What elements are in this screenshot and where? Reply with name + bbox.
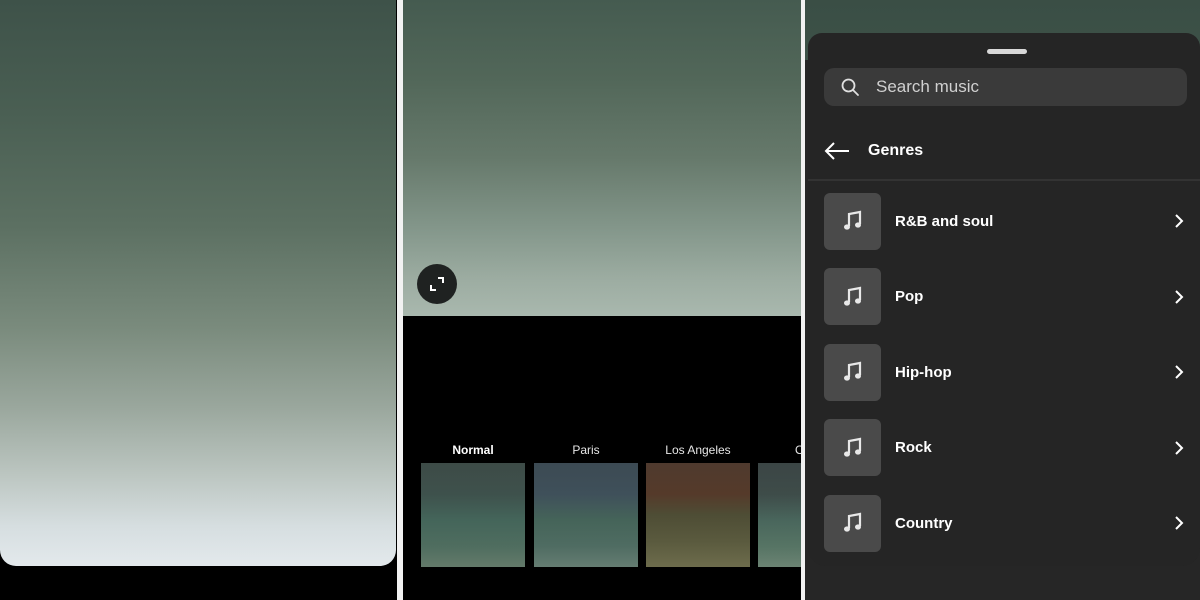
genre-list-item[interactable]: R&B and soul	[808, 191, 1200, 251]
chevron-right-icon	[1174, 364, 1186, 380]
genre-label: Rock	[895, 439, 932, 456]
divider	[808, 179, 1200, 181]
filter-label: Normal	[452, 443, 494, 457]
photo-preview	[0, 0, 396, 566]
genre-label: Hip-hop	[895, 363, 952, 381]
filter-thumb-los-angeles[interactable]	[646, 463, 750, 567]
filter-label: Paris	[572, 443, 600, 457]
photo-preview	[403, 0, 801, 316]
music-note-icon	[843, 361, 861, 381]
genre-thumbnail	[824, 343, 881, 401]
page-title: Genres	[868, 142, 924, 159]
chevron-right-icon	[1174, 440, 1186, 456]
music-sheet: Search music Genres R&B and soul Pop Hip…	[808, 33, 1200, 566]
chevron-right-icon	[1174, 213, 1186, 229]
genre-thumbnail	[824, 268, 881, 325]
genre-list-item[interactable]: Pop	[808, 267, 1200, 327]
genre-thumbnail	[824, 494, 881, 552]
genre-label: Pop	[895, 288, 924, 305]
search-music-input[interactable]: Search music	[824, 68, 1187, 106]
expand-button[interactable]	[417, 264, 457, 304]
search-placeholder: Search music	[876, 77, 979, 96]
chevron-right-icon	[1174, 515, 1186, 531]
music-note-icon	[843, 512, 861, 532]
filter-panel: Normal Paris Los Angeles O	[403, 0, 801, 600]
genres-header: Genres	[824, 137, 923, 165]
genre-label: Country	[895, 514, 953, 532]
back-button[interactable]	[824, 141, 852, 161]
sheet-drag-handle[interactable]	[987, 49, 1027, 54]
music-note-icon	[843, 286, 861, 306]
search-icon	[840, 77, 860, 97]
filter-label: Los Angeles	[665, 443, 731, 457]
genre-list-item[interactable]: Rock	[808, 418, 1200, 478]
filter-thumb-paris[interactable]	[534, 463, 638, 567]
genre-list-item[interactable]: Hip-hop	[808, 342, 1200, 402]
expand-icon	[430, 277, 444, 291]
music-note-icon	[843, 210, 861, 230]
chevron-right-icon	[1174, 289, 1186, 305]
genre-list-item[interactable]: Country	[808, 493, 1200, 553]
genre-label: R&B and soul	[895, 212, 994, 230]
photo-preview-panel	[0, 0, 397, 600]
music-note-icon	[843, 437, 861, 457]
music-picker-panel: Search music Genres R&B and soul Pop Hip…	[805, 0, 1200, 600]
genre-thumbnail	[824, 419, 881, 476]
filter-thumb-normal[interactable]	[421, 463, 525, 567]
filter-thumb-fourth[interactable]	[758, 463, 801, 567]
genre-thumbnail	[824, 192, 881, 250]
arrow-left-icon	[824, 142, 849, 160]
